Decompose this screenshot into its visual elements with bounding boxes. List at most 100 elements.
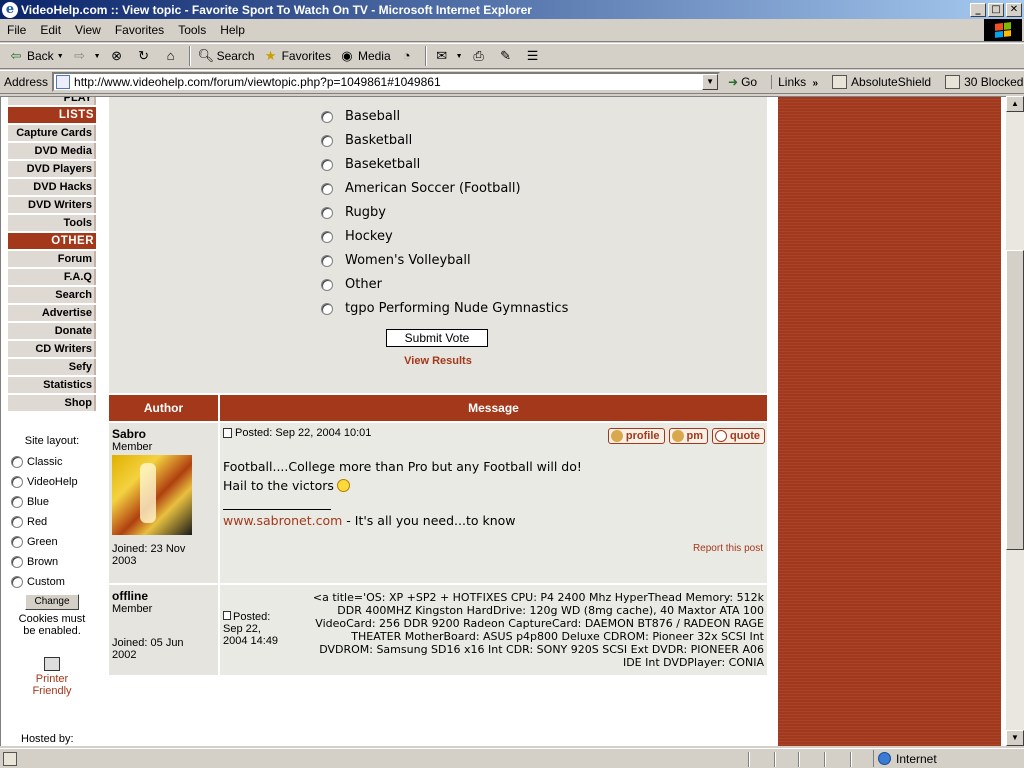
favorites-button[interactable]: ★ Favorites — [259, 45, 335, 67]
close-button[interactable]: ✕ — [1006, 2, 1022, 17]
layout-radio[interactable] — [11, 556, 23, 568]
go-button[interactable]: ➜ Go — [728, 75, 757, 89]
poll-radio[interactable] — [321, 206, 333, 219]
report-post-link[interactable]: Report this post — [693, 543, 763, 554]
menu-help[interactable]: Help — [213, 23, 252, 37]
url-input[interactable]: http://www.videohelp.com/forum/viewtopic… — [52, 72, 721, 92]
layout-option-red[interactable]: Red — [11, 512, 93, 532]
back-button[interactable]: ⇦ Back ▼ — [4, 45, 68, 67]
search-button[interactable]: 🔍︎ Search — [194, 45, 259, 67]
poll-radio[interactable] — [321, 302, 333, 315]
layout-radio[interactable] — [11, 476, 23, 488]
mail-button[interactable]: ✉ ▼ — [430, 45, 467, 67]
sidebar-item-sefy[interactable]: Sefy — [8, 359, 96, 375]
post-username[interactable]: Sabro — [112, 427, 215, 441]
edit-button[interactable]: ✎ — [494, 45, 521, 67]
poll-radio[interactable] — [321, 158, 333, 171]
sidebar-item-tools[interactable]: Tools — [8, 215, 96, 231]
sidebar-item-cd-writers[interactable]: CD Writers — [8, 341, 96, 357]
sidebar-item-dvd-media[interactable]: DVD Media — [8, 143, 96, 159]
poll-radio[interactable] — [321, 254, 333, 267]
poll-radio[interactable] — [321, 230, 333, 243]
poll-option[interactable]: Women's Volleyball — [321, 253, 471, 268]
layout-radio[interactable] — [11, 536, 23, 548]
poll-option[interactable]: American Soccer (Football) — [321, 181, 521, 196]
sidebar-item-dvd-hacks[interactable]: DVD Hacks — [8, 179, 96, 195]
layout-radio[interactable] — [11, 456, 23, 468]
poll-option[interactable]: Rugby — [321, 205, 386, 220]
home-button[interactable]: ⌂ — [159, 45, 186, 67]
history-button[interactable]: ◔ — [395, 45, 422, 67]
poll-option[interactable]: Hockey — [321, 229, 393, 244]
back-dropdown-icon[interactable]: ▼ — [57, 53, 64, 60]
media-button[interactable]: ◉ Media — [335, 45, 395, 67]
poll-radio[interactable] — [321, 134, 333, 147]
poll-radio[interactable] — [321, 182, 333, 195]
discuss-button[interactable]: ☰ — [521, 45, 548, 67]
minimize-button[interactable]: _ — [970, 2, 986, 17]
quote-button[interactable]: quote — [712, 428, 765, 444]
poll-option[interactable]: Basketball — [321, 133, 412, 148]
stop-button[interactable]: ⊗ — [105, 45, 132, 67]
links-button[interactable]: Links » — [771, 75, 818, 89]
sidebar-item-search[interactable]: Search — [8, 287, 96, 303]
menu-tools[interactable]: Tools — [171, 23, 213, 37]
layout-option-brown[interactable]: Brown — [11, 552, 93, 572]
scroll-up-icon[interactable]: ▲ — [1006, 96, 1024, 112]
layout-radio[interactable] — [11, 496, 23, 508]
layout-option-classic[interactable]: Classic — [11, 452, 93, 472]
sidebar-item-shop[interactable]: Shop — [8, 395, 96, 411]
sidebar-item-dvd-writers[interactable]: DVD Writers — [8, 197, 96, 213]
poll-option[interactable]: Baseball — [321, 109, 400, 124]
poll-option[interactable]: Baseketball — [321, 157, 420, 172]
forward-dropdown-icon[interactable]: ▼ — [94, 53, 101, 60]
forward-button[interactable]: ⇨ ▼ — [68, 45, 105, 67]
view-results-link[interactable]: View Results — [109, 355, 767, 367]
layout-option-blue[interactable]: Blue — [11, 492, 93, 512]
sidebar-item-play[interactable]: PLAY — [8, 97, 96, 105]
poll-option[interactable]: tgpo Performing Nude Gymnastics — [321, 301, 568, 316]
window-title: VideoHelp.com :: View topic - Favorite S… — [21, 2, 532, 17]
scroll-down-icon[interactable]: ▼ — [1006, 730, 1024, 746]
menu-edit[interactable]: Edit — [33, 23, 68, 37]
print-button[interactable]: ⎙ — [467, 45, 494, 67]
pm-label: pm — [686, 430, 704, 442]
url-dropdown-icon[interactable]: ▼ — [702, 74, 719, 90]
pm-icon — [671, 430, 684, 442]
sidebar-item-faq[interactable]: F.A.Q — [8, 269, 96, 285]
printer-friendly-link[interactable]: Printer Friendly — [21, 657, 83, 697]
sidebar-item-statistics[interactable]: Statistics — [8, 377, 96, 393]
change-layout-button[interactable]: Change — [25, 594, 79, 610]
layout-option-label: Blue — [27, 496, 50, 508]
vertical-scrollbar[interactable]: ▲ ▼ — [1006, 96, 1024, 746]
poll-radio[interactable] — [321, 278, 333, 291]
sidebar-item-dvd-players[interactable]: DVD Players — [8, 161, 96, 177]
menu-file[interactable]: File — [0, 23, 33, 37]
poll-option[interactable]: Other — [321, 277, 382, 292]
signature-link[interactable]: www.sabronet.com — [223, 513, 342, 528]
poll-radio[interactable] — [321, 110, 333, 123]
layout-option-videohelp[interactable]: VideoHelp — [11, 472, 93, 492]
menu-favorites[interactable]: Favorites — [108, 23, 171, 37]
sidebar-item-capture-cards[interactable]: Capture Cards — [8, 125, 96, 141]
layout-option-custom[interactable]: Custom — [11, 572, 93, 592]
profile-button[interactable]: profile — [607, 428, 665, 444]
sidebar-item-advertise[interactable]: Advertise — [8, 305, 96, 321]
pm-button[interactable]: pm — [668, 428, 709, 444]
sidebar-item-donate[interactable]: Donate — [8, 323, 96, 339]
absoluteshield-button[interactable]: AbsoluteShield — [832, 75, 931, 89]
layout-option-green[interactable]: Green — [11, 532, 93, 552]
layout-radio[interactable] — [11, 516, 23, 528]
sidebar-item-forum[interactable]: Forum — [8, 251, 96, 267]
layout-radio[interactable] — [11, 576, 23, 588]
url-text[interactable]: http://www.videohelp.com/forum/viewtopic… — [74, 75, 441, 89]
popup-blocker-button[interactable]: 30 Blocked — [945, 75, 1023, 89]
mail-dropdown-icon[interactable]: ▼ — [456, 53, 463, 60]
links-expand-icon[interactable]: » — [812, 78, 818, 89]
maximize-button[interactable]: □ — [988, 2, 1004, 17]
refresh-button[interactable]: ↻ — [132, 45, 159, 67]
submit-vote-button[interactable]: Submit Vote — [386, 329, 488, 347]
post-username[interactable]: offline — [112, 589, 215, 603]
scrollbar-thumb[interactable] — [1006, 250, 1024, 550]
menu-view[interactable]: View — [68, 23, 108, 37]
